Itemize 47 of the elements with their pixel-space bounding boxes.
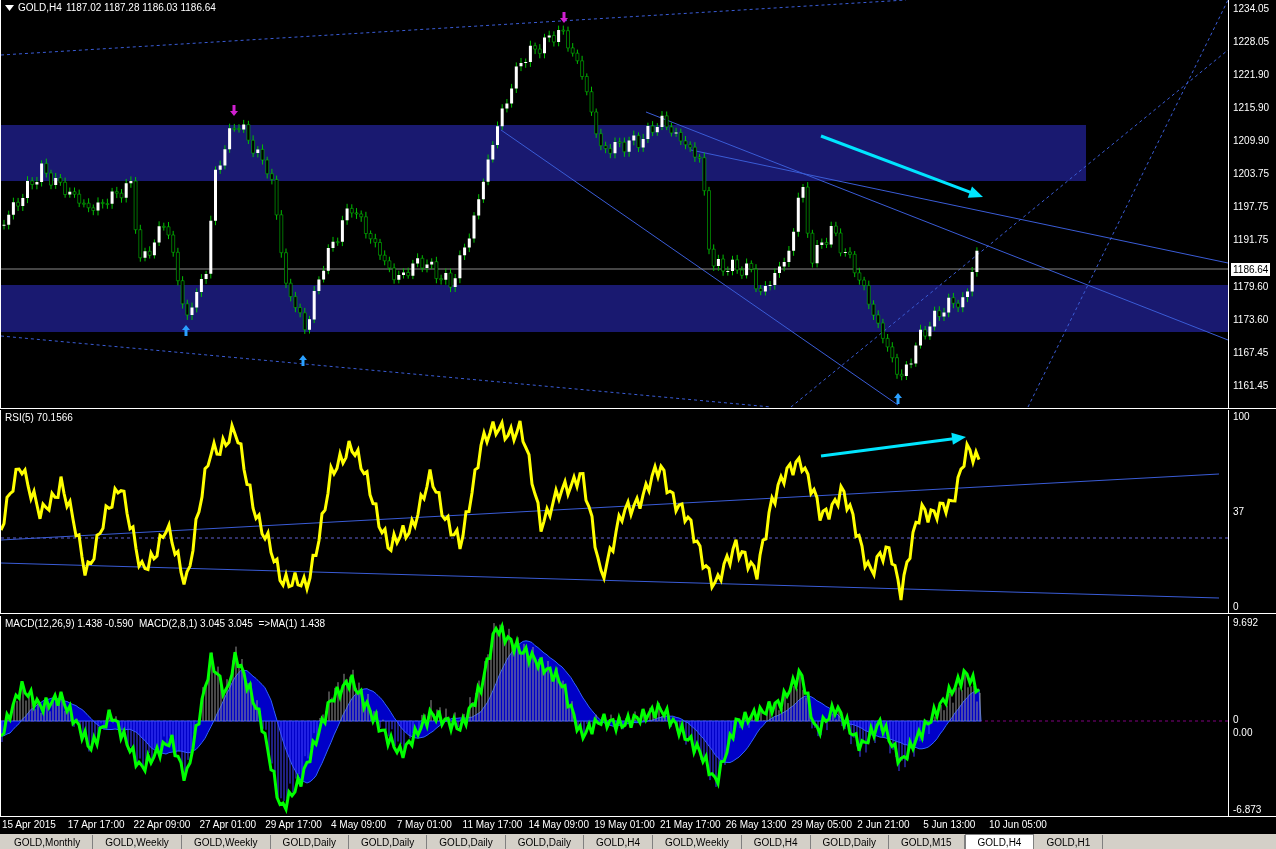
rsi-tick: 100 <box>1233 410 1250 423</box>
price-tick: 1161.45 <box>1233 379 1269 392</box>
price-tick: 1221.90 <box>1233 68 1270 81</box>
rsi-tick: 37 <box>1233 505 1245 518</box>
down-arrow-icon <box>230 105 238 116</box>
up-arrow-icon <box>299 355 307 366</box>
time-tick: 7 May 01:00 <box>396 818 453 832</box>
time-tick: 4 May 09:00 <box>331 818 388 832</box>
current-price-label: 1186.64 <box>1231 263 1271 276</box>
price-tick: 1173.60 <box>1233 313 1269 326</box>
time-tick: 26 May 13:00 <box>725 818 788 832</box>
price-tick: 1197.75 <box>1233 200 1269 213</box>
time-tick: 22 Apr 09:00 <box>133 818 192 832</box>
time-tick: 10 Jun 05:00 <box>988 818 1048 832</box>
price-quotes: 1187.02 1187.28 1186.03 1186.64 <box>65 2 216 13</box>
price-tick: 1209.90 <box>1233 134 1270 147</box>
up-arrow-icon <box>182 325 190 336</box>
time-tick: 17 Apr 17:00 <box>67 818 126 832</box>
price-tick: 1191.75 <box>1233 233 1269 246</box>
macd-tick: 9.692 <box>1233 616 1259 629</box>
time-tick: 29 May 05:00 <box>791 818 854 832</box>
macd-tick: 0 <box>1233 713 1239 726</box>
indicator-label: RSI(5) 70.1566 <box>5 412 73 423</box>
time-tick: 11 May 17:00 <box>462 818 524 832</box>
rsi-tick: 0 <box>1233 600 1239 613</box>
price-tick: 1167.45 <box>1233 346 1269 359</box>
price-tick: 1234.05 <box>1233 2 1270 15</box>
price-tick: 1179.60 <box>1233 280 1269 293</box>
price-tick: 1215.90 <box>1233 101 1270 114</box>
price-tick: 1228.05 <box>1233 35 1270 48</box>
macd-tick: 0.00 <box>1233 726 1253 739</box>
time-tick: 21 May 17:00 <box>659 818 722 832</box>
time-tick: 19 May 01:00 <box>594 818 656 832</box>
price-tick: 1203.75 <box>1233 167 1270 180</box>
up-arrow-icon <box>894 393 902 404</box>
time-tick: 27 Apr 01:00 <box>199 818 258 832</box>
chart-tab[interactable]: GOLD,H4 <box>964 834 1035 849</box>
chart-symbol: GOLD,H4 <box>18 2 62 13</box>
time-tick: 15 Apr 2015 <box>2 818 57 832</box>
time-tick: 2 Jun 21:00 <box>857 818 911 832</box>
macd-tick: -6.873 <box>1233 803 1262 816</box>
time-tick: 5 Jun 13:00 <box>923 818 977 832</box>
time-tick: 14 May 09:00 <box>528 818 590 832</box>
time-tick: 29 Apr 17:00 <box>265 818 323 832</box>
dropdown-caret-icon[interactable] <box>5 4 14 11</box>
indicator-label: MACD(12,26,9) 1.438 -0.590 MACD(2,8,1) 3.045 3.045 =>MA(1) 1.438 <box>5 618 326 629</box>
down-arrow-icon <box>560 12 568 23</box>
